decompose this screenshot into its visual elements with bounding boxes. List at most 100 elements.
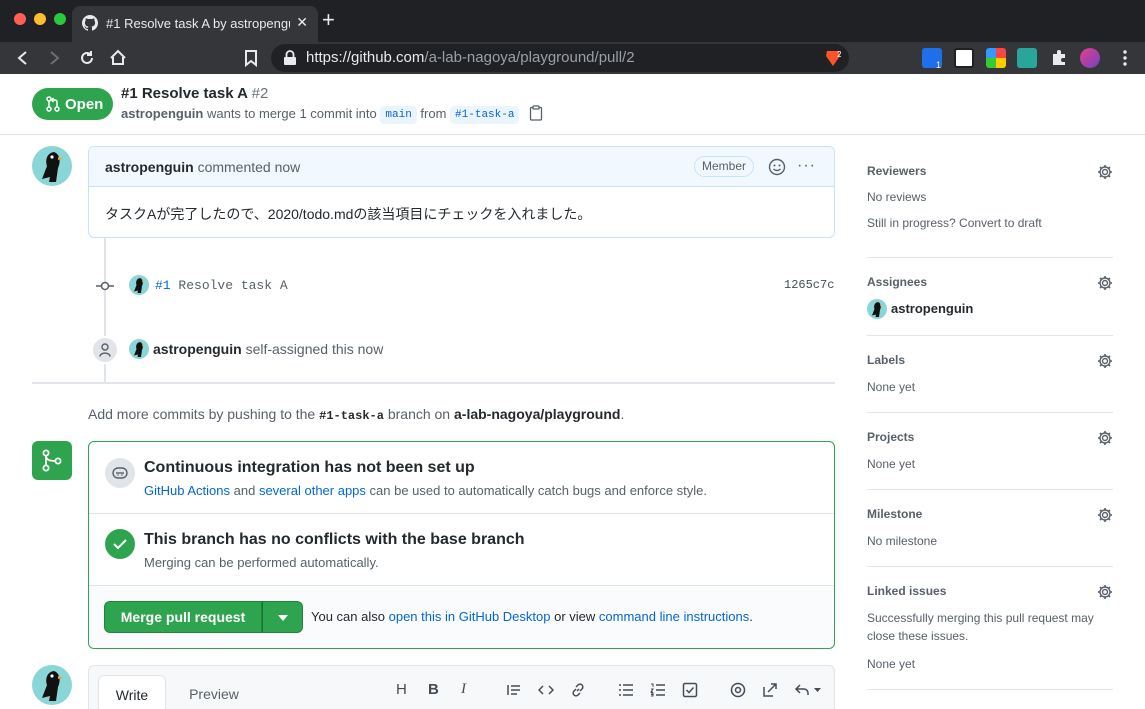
brave-badge: 2 <box>837 50 842 59</box>
penguin-avatar-icon <box>42 671 63 701</box>
close-tab-icon[interactable]: ✕ <box>296 14 308 31</box>
github-actions-link[interactable]: GitHub Actions <box>144 483 230 498</box>
bitwarden-extension-icon[interactable]: 1 <box>922 48 942 70</box>
address-bar[interactable]: https://github.com/a-lab-nagoya/playgrou… <box>271 44 849 72</box>
close-window-button[interactable] <box>14 13 26 25</box>
comment-author-line: astropenguin commented now <box>105 159 300 175</box>
notion-extension-icon[interactable] <box>954 48 974 68</box>
maximize-window-button[interactable] <box>54 13 66 25</box>
back-button[interactable] <box>12 47 34 69</box>
minimize-window-button[interactable] <box>34 13 46 25</box>
assignees-heading[interactable]: Assignees <box>867 275 927 289</box>
italic-icon[interactable]: I <box>461 681 466 698</box>
commit-title[interactable]: Resolve task A <box>178 278 287 293</box>
comment-author-avatar[interactable] <box>32 146 72 186</box>
comment-author-link[interactable]: astropenguin <box>105 159 194 175</box>
timeline-divider <box>32 382 835 384</box>
current-user-avatar[interactable] <box>32 665 72 705</box>
pr-title: #1 Resolve task A #2 <box>121 85 268 102</box>
base-branch-label[interactable]: main <box>380 106 417 124</box>
browser-menu-button[interactable] <box>1114 47 1136 69</box>
assignee-avatar[interactable] <box>867 299 887 319</box>
commit-issue-link[interactable]: #1 <box>155 278 171 293</box>
ci-subtitle: GitHub Actions and several other apps ca… <box>144 483 707 498</box>
convert-to-draft-link[interactable]: Still in progress? Convert to draft <box>867 214 1042 232</box>
penguin-avatar-icon <box>42 152 63 182</box>
gear-icon[interactable] <box>1097 275 1113 291</box>
projects-value: None yet <box>867 457 916 471</box>
linked-issues-section: Linked issues Successfully merging this … <box>867 567 1113 690</box>
merge-method-dropdown[interactable] <box>262 601 303 633</box>
milestone-heading[interactable]: Milestone <box>867 507 922 521</box>
color-extension-icon[interactable] <box>986 48 1006 68</box>
projects-heading[interactable]: Projects <box>867 430 914 444</box>
assign-event-text: astropenguin self-assigned this now <box>153 341 383 357</box>
head-branch-label[interactable]: #1-task-a <box>450 106 520 124</box>
git-merge-icon <box>42 449 62 472</box>
merge-alternatives: You can also open this in GitHub Desktop… <box>311 609 753 624</box>
numbered-list-icon[interactable] <box>650 682 668 700</box>
pr-state-label: Open <box>65 96 104 113</box>
bulleted-list-icon[interactable] <box>618 682 636 700</box>
command-line-link[interactable]: command line instructions <box>599 609 749 624</box>
commit-sha-link[interactable]: 1265c7c <box>784 278 834 292</box>
comment-more-icon[interactable]: ··· <box>797 157 816 175</box>
pr-state-badge: Open <box>32 88 113 120</box>
reviewers-heading[interactable]: Reviewers <box>867 164 926 178</box>
gear-icon[interactable] <box>1097 430 1113 446</box>
github-desktop-link[interactable]: open this in GitHub Desktop <box>389 609 551 624</box>
cross-reference-icon[interactable] <box>762 682 780 700</box>
mention-icon[interactable] <box>730 682 748 700</box>
task-list-icon[interactable] <box>682 682 700 700</box>
reload-button[interactable] <box>76 47 98 69</box>
linked-issues-heading[interactable]: Linked issues <box>867 584 946 598</box>
other-apps-link[interactable]: several other apps <box>259 483 366 498</box>
merge-alt-suffix: . <box>749 609 753 624</box>
check-icon <box>113 539 127 550</box>
quote-icon[interactable] <box>506 682 524 700</box>
s-extension-icon[interactable] <box>1017 48 1037 68</box>
add-reaction-icon[interactable] <box>768 158 786 176</box>
gear-icon[interactable] <box>1097 353 1113 369</box>
reviewers-value: No reviews <box>867 190 927 204</box>
bookmark-button[interactable] <box>240 47 262 69</box>
event-actor-link[interactable]: astropenguin <box>153 341 242 357</box>
puzzle-extensions-icon[interactable] <box>1049 48 1069 68</box>
labels-section: Labels None yet <box>867 336 1113 413</box>
new-tab-button[interactable]: + <box>322 9 335 31</box>
gear-icon[interactable] <box>1097 164 1113 180</box>
pull-request-icon <box>46 96 60 112</box>
link-icon[interactable] <box>570 682 588 700</box>
bold-icon[interactable]: B <box>428 681 439 698</box>
merge-status-icon <box>32 441 72 480</box>
gear-icon[interactable] <box>1097 584 1113 600</box>
gear-icon[interactable] <box>1097 507 1113 523</box>
ci-status-section: Continuous integration has not been set … <box>89 442 834 514</box>
assignee-name[interactable]: astropenguin <box>891 300 973 318</box>
labels-heading[interactable]: Labels <box>867 353 905 367</box>
code-icon[interactable] <box>537 682 556 700</box>
merge-pull-request-button[interactable]: Merge pull request <box>104 601 262 633</box>
forward-button[interactable] <box>43 47 65 69</box>
commit-author-avatar[interactable] <box>129 275 149 295</box>
browser-tab[interactable]: #1 Resolve task A by astropenguin ✕ <box>72 6 318 42</box>
home-button[interactable] <box>107 47 129 69</box>
linked-issues-desc-1: Successfully merging this pull request m… <box>867 611 1094 625</box>
clipboard-icon[interactable] <box>529 105 543 121</box>
event-actor-avatar[interactable] <box>129 339 149 359</box>
heading-icon[interactable]: H <box>396 681 407 698</box>
push-hint: Add more commits by pushing to the #1-ta… <box>88 406 624 423</box>
pr-meta-text: wants to merge 1 commit into <box>206 106 377 121</box>
comment-timestamp[interactable]: commented now <box>198 159 301 175</box>
ci-status-badge <box>105 458 135 488</box>
saved-replies-icon[interactable] <box>794 682 824 700</box>
commit-message[interactable]: #1 Resolve task A <box>155 278 288 293</box>
reload-icon <box>81 51 93 64</box>
tab-preview[interactable]: Preview <box>186 675 242 709</box>
tab-write[interactable]: Write <box>98 675 166 709</box>
pr-author-link[interactable]: astropenguin <box>121 106 203 121</box>
brave-shield-icon[interactable]: 2 <box>823 48 843 68</box>
browser-tab-bar: #1 Resolve task A by astropenguin ✕ + <box>0 0 1145 42</box>
caret-down-icon <box>278 615 288 621</box>
profile-avatar[interactable] <box>1080 48 1100 68</box>
